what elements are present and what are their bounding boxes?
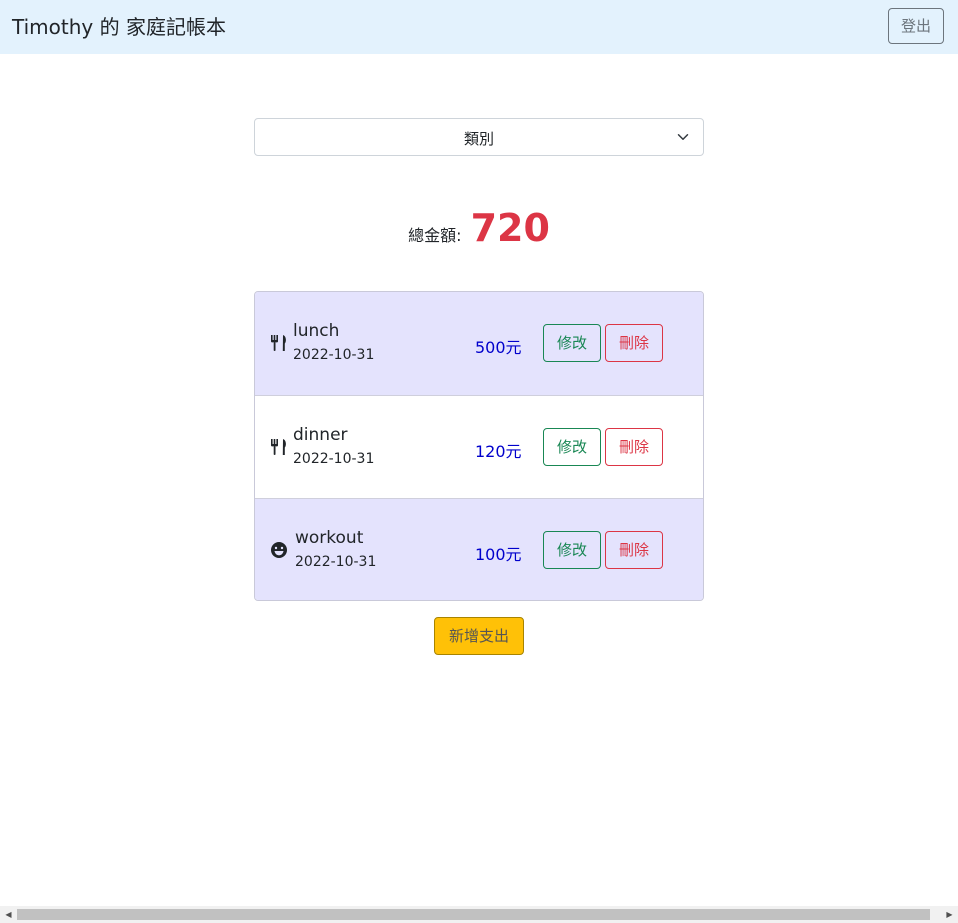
expense-date: 2022-10-31 — [293, 347, 375, 363]
category-select-label: 類別 — [463, 130, 494, 148]
delete-button[interactable]: 刪除 — [605, 428, 663, 466]
expense-amount: 100元 — [475, 545, 522, 564]
total-value: 720 — [470, 206, 550, 250]
fork-knife-icon — [271, 335, 286, 351]
edit-button[interactable]: 修改 — [543, 531, 601, 569]
expense-row: lunch 2022-10-31 500元 修改 刪除 — [255, 292, 703, 395]
expense-date: 2022-10-31 — [293, 451, 375, 467]
add-expense-button[interactable]: 新增支出 — [434, 617, 524, 655]
app-title: Timothy 的 家庭記帳本 — [12, 15, 226, 39]
expense-name: workout — [295, 528, 364, 548]
expense-name: dinner — [293, 425, 348, 445]
fork-knife-icon — [271, 439, 286, 455]
expense-date: 2022-10-31 — [295, 554, 377, 570]
smile-icon — [271, 542, 287, 558]
edit-button[interactable]: 修改 — [543, 324, 601, 362]
delete-button[interactable]: 刪除 — [605, 324, 663, 362]
edit-button[interactable]: 修改 — [543, 428, 601, 466]
chevron-down-icon — [677, 134, 689, 140]
horizontal-scrollbar[interactable]: ◀ ▶ — [0, 906, 958, 923]
total-label: 總金額: — [408, 226, 462, 245]
total-amount: 總金額: 720 — [0, 206, 958, 250]
category-select[interactable]: 類別 — [254, 118, 704, 156]
delete-button[interactable]: 刪除 — [605, 531, 663, 569]
expense-row: workout 2022-10-31 100元 修改 刪除 — [255, 498, 703, 600]
expense-row: dinner 2022-10-31 120元 修改 刪除 — [255, 395, 703, 498]
navbar: Timothy 的 家庭記帳本 登出 — [0, 0, 958, 54]
expense-list: lunch 2022-10-31 500元 修改 刪除 dinner 2022-… — [254, 291, 704, 601]
expense-name: lunch — [293, 321, 340, 341]
scrollbar-thumb[interactable] — [17, 909, 930, 920]
scroll-right-icon[interactable]: ▶ — [941, 906, 958, 923]
expense-amount: 120元 — [475, 442, 522, 461]
logout-button[interactable]: 登出 — [888, 8, 944, 44]
expense-amount: 500元 — [475, 338, 522, 357]
scroll-left-icon[interactable]: ◀ — [0, 906, 17, 923]
